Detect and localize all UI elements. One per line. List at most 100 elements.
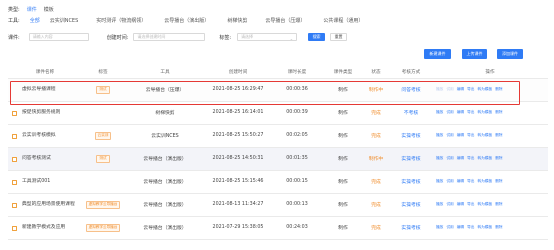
row-checkbox[interactable] bbox=[12, 156, 17, 162]
course-name[interactable]: 虚拟云导播课程 bbox=[22, 87, 56, 92]
course-exam[interactable]: 问答考核 bbox=[390, 78, 432, 102]
row-action-0[interactable]: 播放 bbox=[436, 87, 443, 91]
row-action-3[interactable]: 导出 bbox=[467, 133, 474, 137]
course-name[interactable]: 按促快剪服务规则 bbox=[22, 110, 60, 115]
table-row[interactable]: 虚拟云导播课程 测试 云导播台（压爆） 2021-08-25 16:29:47 00:0… bbox=[8, 78, 548, 102]
row-action-1[interactable]: 试用 bbox=[446, 133, 453, 137]
reset-button[interactable]: 重置 bbox=[330, 33, 348, 41]
add-course-button[interactable]: 添加课件 bbox=[497, 49, 523, 59]
row-action-0[interactable]: 播放 bbox=[436, 110, 443, 114]
row-action-3[interactable]: 导出 bbox=[467, 225, 474, 229]
course-exam[interactable]: 不考核 bbox=[390, 101, 432, 125]
course-name[interactable]: 典型的应用场景使用课程 bbox=[22, 202, 75, 207]
row-action-4[interactable]: 转为模板 bbox=[478, 133, 493, 137]
row-action-2[interactable]: 编辑 bbox=[457, 110, 464, 114]
course-created: 2021-08-25 16:29:47 bbox=[206, 78, 270, 102]
tool-tab-assessment[interactable]: 实时测评（物流纲领） bbox=[96, 17, 146, 24]
row-action-2[interactable]: 编辑 bbox=[457, 87, 464, 91]
row-action-3[interactable]: 导出 bbox=[467, 87, 474, 91]
row-action-5[interactable]: 删除 bbox=[495, 133, 502, 137]
row-action-5[interactable]: 删除 bbox=[495, 156, 502, 160]
created-time-picker[interactable]: 请选择创建时间 bbox=[133, 33, 206, 41]
tool-tab-nces[interactable]: 云实训NCES bbox=[50, 17, 79, 24]
type-tab-template[interactable]: 模板 bbox=[44, 6, 54, 13]
row-action-1[interactable]: 试用 bbox=[446, 87, 453, 91]
row-checkbox[interactable] bbox=[12, 225, 17, 231]
row-checkbox[interactable] bbox=[12, 202, 17, 208]
row-action-0[interactable]: 播放 bbox=[436, 156, 443, 160]
table-row[interactable]: 问答考核测试 测试 云导播台（演出版） 2021-08-25 14:50:31 00:0… bbox=[8, 147, 548, 171]
row-action-4[interactable]: 转为模板 bbox=[478, 87, 493, 91]
upload-course-button[interactable]: 上传课件 bbox=[462, 49, 487, 59]
table-row[interactable]: 工具测试001 云导播台（演出版） 2021-08-25 15:15:46 00:00… bbox=[8, 170, 548, 194]
course-search-input[interactable]: 请输入内容 bbox=[28, 33, 89, 41]
row-action-2[interactable]: 编辑 bbox=[457, 156, 464, 160]
row-action-4[interactable]: 转为模板 bbox=[478, 179, 493, 183]
table-row[interactable]: 云实训考核模拟 云实训 云实训NCES 2021-08-25 15:50:27 00:0… bbox=[8, 124, 548, 148]
course-table: 课件名称 标签 工具 创建时间 课时长度 课件类型 状态 考核方式 操作 虚拟云… bbox=[8, 66, 548, 240]
row-action-4[interactable]: 转为模板 bbox=[478, 110, 493, 114]
row-action-5[interactable]: 删除 bbox=[495, 110, 502, 114]
course-name[interactable]: 新建教学模式及应用 bbox=[22, 225, 65, 230]
row-action-1[interactable]: 试用 bbox=[446, 156, 453, 160]
row-actions: 播放 试用 编辑 导出 转为模板 删除 bbox=[432, 216, 548, 240]
row-action-3[interactable]: 导出 bbox=[467, 179, 474, 183]
course-type: 制作 bbox=[324, 216, 362, 240]
course-exam[interactable]: 实操考核 bbox=[390, 124, 432, 148]
course-duration: 00:00:13 bbox=[270, 193, 324, 217]
course-tool: 云导播台（演出版） bbox=[124, 193, 206, 217]
row-checkbox[interactable] bbox=[12, 133, 17, 139]
course-duration: 00:02:05 bbox=[270, 124, 324, 148]
row-action-4[interactable]: 转为模板 bbox=[478, 202, 493, 206]
course-type: 制作 bbox=[324, 193, 362, 217]
row-action-1[interactable]: 试用 bbox=[446, 110, 453, 114]
search-button[interactable]: 搜索 bbox=[308, 33, 326, 41]
row-action-3[interactable]: 导出 bbox=[467, 156, 474, 160]
tool-tab-director-show[interactable]: 云导播台（演出版） bbox=[164, 17, 209, 24]
row-action-2[interactable]: 编辑 bbox=[457, 179, 464, 183]
row-action-0[interactable]: 播放 bbox=[436, 225, 443, 229]
row-action-0[interactable]: 播放 bbox=[436, 133, 443, 137]
course-duration: 00:24:03 bbox=[270, 216, 324, 240]
row-checkbox[interactable] bbox=[12, 110, 17, 116]
row-action-1[interactable]: 试用 bbox=[446, 202, 453, 206]
table-row[interactable]: 新建教学模式及应用 虚拟教学云导播台 云导播台（演出版） 2021-07-29 15:… bbox=[8, 216, 548, 240]
row-action-3[interactable]: 导出 bbox=[467, 110, 474, 114]
row-checkbox[interactable] bbox=[12, 179, 17, 185]
course-exam[interactable]: 实操考核 bbox=[390, 147, 432, 171]
row-action-5[interactable]: 删除 bbox=[495, 225, 502, 229]
table-row[interactable]: 按促快剪服务规则 树梯快剪 2021-08-25 16:14:01 00:00:39 制… bbox=[8, 101, 548, 125]
row-action-1[interactable]: 试用 bbox=[446, 179, 453, 183]
row-action-4[interactable]: 转为模板 bbox=[478, 156, 493, 160]
course-name[interactable]: 问答考核测试 bbox=[22, 156, 51, 161]
header-exam: 考核方式 bbox=[390, 66, 432, 79]
row-action-3[interactable]: 导出 bbox=[467, 202, 474, 206]
row-action-4[interactable]: 转为模板 bbox=[478, 225, 493, 229]
row-action-0[interactable]: 播放 bbox=[436, 202, 443, 206]
row-action-2[interactable]: 编辑 bbox=[457, 133, 464, 137]
tag-label: 标签: bbox=[219, 34, 232, 41]
table-row[interactable]: 典型的应用场景使用课程 虚拟教学云导播台 云导播台（演出版） 2021-08-13 1… bbox=[8, 193, 548, 217]
create-course-button[interactable]: 新建课件 bbox=[424, 49, 451, 59]
row-action-5[interactable]: 删除 bbox=[495, 202, 502, 206]
tool-tab-public[interactable]: 公共课程（通用） bbox=[323, 17, 363, 24]
tag-select[interactable]: 请选择 ⌄ bbox=[237, 33, 298, 41]
type-tab-courseware[interactable]: 课件 bbox=[27, 6, 37, 13]
row-action-2[interactable]: 编辑 bbox=[457, 202, 464, 206]
row-action-5[interactable]: 删除 bbox=[495, 179, 502, 183]
row-action-0[interactable]: 播放 bbox=[436, 179, 443, 183]
tool-tab-director-press[interactable]: 云导播台（压爆） bbox=[265, 17, 305, 24]
course-exam[interactable]: 实操考核 bbox=[390, 193, 432, 217]
tool-tab-all[interactable]: 全部 bbox=[30, 17, 40, 24]
course-exam[interactable]: 实操考核 bbox=[390, 170, 432, 194]
row-action-1[interactable]: 试用 bbox=[446, 225, 453, 229]
course-name[interactable]: 工具测试001 bbox=[22, 179, 50, 184]
course-tool: 云导播台（演出版） bbox=[124, 170, 206, 194]
tool-tab-quick-cut[interactable]: 树梯快剪 bbox=[227, 17, 247, 24]
course-exam[interactable]: 实操考核 bbox=[390, 216, 432, 240]
course-name[interactable]: 云实训考核模拟 bbox=[22, 133, 56, 138]
created-time-label: 创建时间: bbox=[106, 34, 129, 41]
course-status: 完成 bbox=[362, 216, 390, 240]
row-action-2[interactable]: 编辑 bbox=[457, 225, 464, 229]
row-action-5[interactable]: 删除 bbox=[495, 87, 502, 91]
